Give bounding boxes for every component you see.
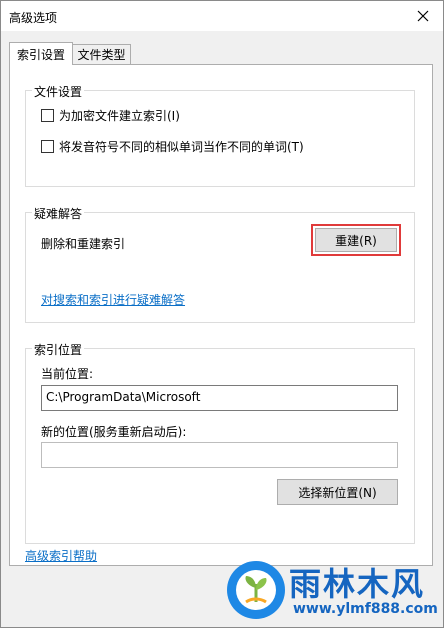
rebuild-button[interactable]: 重建(R) <box>315 228 397 252</box>
brand-url: www.ylmf888.com <box>293 601 438 617</box>
checkbox-label: 为加密文件建立索引(I) <box>59 109 180 123</box>
group-title: 文件设置 <box>32 83 85 100</box>
tab-label: 索引设置 <box>16 47 65 62</box>
current-location-field[interactable]: C:\ProgramData\Microsoft <box>41 385 398 411</box>
window-title: 高级选项 <box>9 11 58 25</box>
tab-label: 文件类型 <box>77 48 126 62</box>
new-location-label: 新的位置(服务重新启动后): <box>41 425 187 439</box>
new-location-field[interactable] <box>41 442 398 468</box>
close-button[interactable] <box>409 4 437 28</box>
troubleshoot-link[interactable]: 对搜索和索引进行疑难解答 <box>41 291 185 308</box>
checkbox-label: 将发音符号不同的相似单词当作不同的单词(T) <box>59 140 304 154</box>
close-icon <box>417 10 429 22</box>
brand-name: 雨林木风 <box>289 565 426 603</box>
troubleshooting-group: 疑难解答 删除和重建索引 重建(R) 对搜索和索引进行疑难解答 <box>25 205 415 323</box>
file-settings-group: 文件设置 为加密文件建立索引(I) 将发音符号不同的相似单词当作不同的单词(T) <box>25 83 415 187</box>
tab-index-settings[interactable]: 索引设置 <box>9 42 73 65</box>
tab-file-types[interactable]: 文件类型 <box>73 44 131 64</box>
encrypted-files-checkbox-row[interactable]: 为加密文件建立索引(I) <box>41 107 180 124</box>
advanced-index-help-link[interactable]: 高级索引帮助 <box>25 547 97 564</box>
button-label: 选择新位置(N) <box>298 485 377 500</box>
tab-panel: 文件设置 为加密文件建立索引(I) 将发音符号不同的相似单词当作不同的单词(T)… <box>9 64 433 566</box>
leaf-icon <box>236 570 276 610</box>
index-location-group: 索引位置 当前位置: C:\ProgramData\Microsoft 新的位置… <box>25 341 415 544</box>
title-bar: 高级选项 <box>1 1 443 31</box>
rebuild-index-text: 删除和重建索引 <box>41 237 126 251</box>
diacritics-checkbox[interactable] <box>41 140 54 153</box>
button-label: 重建(R) <box>335 233 377 248</box>
current-location-value: C:\ProgramData\Microsoft <box>46 390 201 404</box>
group-title: 索引位置 <box>32 341 85 358</box>
group-title: 疑难解答 <box>32 205 85 222</box>
encrypted-files-checkbox[interactable] <box>41 109 54 122</box>
current-location-label: 当前位置: <box>41 367 94 381</box>
advanced-options-dialog: 高级选项 索引设置 文件类型 文件设置 为加密文件建立索引(I) 将发音符号不同… <box>0 0 444 628</box>
watermark: 雨林木风 www.ylmf888.com <box>217 557 443 627</box>
diacritics-checkbox-row[interactable]: 将发音符号不同的相似单词当作不同的单词(T) <box>41 138 304 155</box>
select-new-location-button[interactable]: 选择新位置(N) <box>277 479 398 505</box>
dialog-client-area: 索引设置 文件类型 文件设置 为加密文件建立索引(I) 将发音符号不同的相似单词… <box>1 31 443 627</box>
brand-logo-icon <box>227 561 285 619</box>
